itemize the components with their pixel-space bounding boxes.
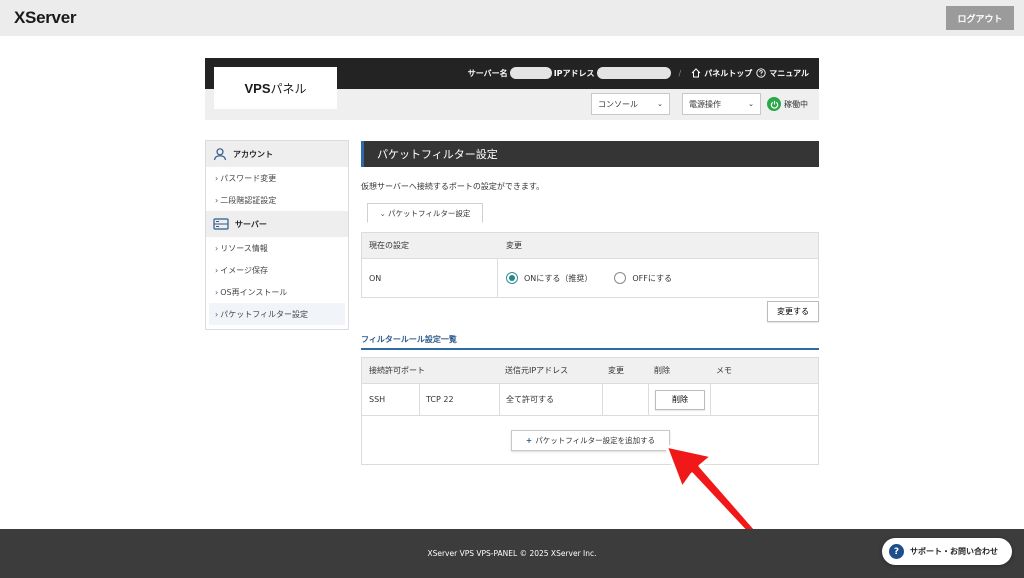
table-row: SSH TCP 22 全て許可する 削除	[362, 384, 818, 416]
xserver-logo[interactable]: XServer	[14, 8, 76, 28]
chevron-right-icon: ›	[215, 195, 219, 205]
sidebar-item-label: イメージ保存	[220, 265, 269, 275]
server-name-redacted	[509, 67, 552, 79]
sidebar-item-os-reinstall[interactable]: › OS再インストール	[206, 281, 348, 303]
rules-section-title: フィルタールール設定一覧	[361, 334, 819, 350]
ip-label: IPアドレス	[553, 68, 595, 78]
vps-logo-rest: パネル	[270, 81, 307, 96]
change-button[interactable]: 変更する	[767, 301, 819, 322]
logout-button[interactable]: ログアウト	[946, 6, 1014, 30]
chevron-right-icon: ›	[215, 287, 219, 297]
footer: XServer VPS VPS-PANEL © 2025 XServer Inc…	[0, 529, 1024, 578]
separator: /	[678, 68, 682, 78]
sidebar-item-label: リソース情報	[220, 243, 268, 253]
sidebar-section-server: サーバー	[206, 211, 348, 237]
radio-on[interactable]: ONにする（推奨）	[506, 272, 592, 284]
delete-button[interactable]: 削除	[655, 389, 705, 410]
plus-icon: +	[525, 436, 533, 445]
sidebar-item-label: パケットフィルター設定	[220, 309, 309, 319]
question-icon: ?	[889, 544, 904, 559]
radio-off-label: OFFにする	[632, 273, 672, 283]
col-source-ip: 送信元IPアドレス	[505, 366, 569, 375]
support-button[interactable]: ? サポート・お問い合わせ	[882, 538, 1012, 565]
power-select-value: 電源操作	[689, 99, 721, 109]
radio-off[interactable]: OFFにする	[614, 272, 672, 284]
sidebar: アカウント › パスワード変更 › 二段階認証設定 サーバー › リソース情報 › イメ…	[205, 140, 349, 330]
filter-setting-table: 現在の設定 変更 ON ONにする（推奨） OFFにする	[361, 232, 819, 298]
top-bar: XServer ログアウト	[0, 0, 1024, 36]
panel-top-label: パネルトップ	[704, 68, 753, 78]
panel-top-link[interactable]: パネルトップ	[691, 68, 752, 79]
annotation-arrow-icon	[664, 444, 758, 538]
main-content: パケットフィルター設定 仮想サーバーへ接続するポートの設定ができます。 ⌄ パケ…	[361, 141, 819, 465]
col-change: 変更	[506, 241, 522, 250]
sidebar-item-label: パスワード変更	[220, 173, 277, 183]
ip-redacted	[596, 67, 671, 79]
col-port: 接続許可ポート	[369, 366, 425, 375]
chevron-right-icon: ›	[215, 309, 219, 319]
rule-name: SSH	[369, 395, 386, 404]
manual-label: マニュアル	[769, 68, 809, 78]
rule-port: TCP 22	[419, 384, 499, 415]
status-label: 稼働中	[784, 99, 808, 109]
sidebar-item-packet-filter[interactable]: › パケットフィルター設定	[209, 303, 345, 325]
server-info: サーバー名 IPアドレス / パネルトップ マニュアル	[468, 67, 809, 79]
sidebar-item-label: 二段階認証設定	[220, 195, 277, 205]
table-header: 現在の設定 変更	[362, 233, 818, 259]
table-header: 接続許可ポート 送信元IPアドレス 変更 削除 メモ	[362, 358, 818, 384]
power-icon	[767, 97, 781, 111]
sidebar-section-account: アカウント	[206, 141, 348, 167]
tab-packet-filter[interactable]: ⌄ パケットフィルター設定	[367, 203, 483, 223]
col-delete: 削除	[654, 366, 670, 375]
table-row: ON ONにする（推奨） OFFにする	[362, 259, 818, 297]
rule-change-cell	[602, 384, 648, 415]
server-status: 稼働中	[767, 97, 808, 111]
page-description: 仮想サーバーへ接続するポートの設定ができます。	[361, 182, 545, 191]
vps-panel-logo[interactable]: VPS パネル	[214, 67, 337, 109]
chevron-right-icon: ›	[215, 265, 219, 275]
home-icon	[691, 68, 701, 78]
panel-header: サーバー名 IPアドレス / パネルトップ マニュアル VPS パネル コンソール…	[205, 58, 819, 120]
radio-on-label: ONにする（推奨）	[524, 273, 593, 283]
console-select-value: コンソール	[598, 99, 638, 109]
change-options: ONにする（推奨） OFFにする	[498, 259, 818, 297]
chevron-down-icon: ⌄	[657, 100, 663, 108]
radio-on-indicator[interactable]	[506, 272, 518, 284]
help-circle-icon	[756, 68, 766, 78]
sidebar-item-password[interactable]: › パスワード変更	[206, 167, 348, 189]
rule-delete-cell: 削除	[648, 384, 710, 415]
power-select[interactable]: 電源操作 ⌄	[682, 93, 761, 115]
add-packet-filter-button[interactable]: + パケットフィルター設定を追加する	[511, 430, 670, 451]
manual-link[interactable]: マニュアル	[756, 68, 809, 79]
col-change: 変更	[608, 366, 624, 375]
vps-logo-bold: VPS	[244, 80, 271, 96]
footer-copyright: XServer VPS VPS-PANEL © 2025 XServer Inc…	[427, 549, 597, 558]
sidebar-item-2fa[interactable]: › 二段階認証設定	[206, 189, 348, 211]
sidebar-account-label: アカウント	[233, 149, 273, 159]
radio-off-indicator[interactable]	[614, 272, 627, 284]
chevron-right-icon: ›	[215, 243, 219, 253]
tab-label: パケットフィルター設定	[387, 208, 471, 218]
rule-source-ip: 全て許可する	[499, 384, 602, 415]
sidebar-item-label: OS再インストール	[220, 287, 288, 297]
col-current: 現在の設定	[369, 241, 409, 250]
sidebar-item-image[interactable]: › イメージ保存	[206, 259, 348, 281]
sidebar-item-resource[interactable]: › リソース情報	[206, 237, 348, 259]
support-label: サポート・お問い合わせ	[910, 547, 998, 556]
page-title: パケットフィルター設定	[361, 141, 819, 167]
console-select[interactable]: コンソール ⌄	[591, 93, 670, 115]
rule-memo-cell	[710, 384, 818, 415]
sidebar-server-label: サーバー	[235, 219, 267, 229]
chevron-down-icon: ⌄	[748, 100, 754, 108]
server-icon	[213, 218, 229, 230]
server-name-label: サーバー名	[467, 68, 508, 78]
add-button-label: パケットフィルター設定を追加する	[535, 436, 656, 445]
user-icon	[213, 148, 227, 161]
current-value: ON	[362, 259, 498, 297]
chevron-down-icon: ⌄	[379, 208, 386, 218]
chevron-right-icon: ›	[215, 173, 219, 183]
col-memo: メモ	[716, 366, 732, 375]
